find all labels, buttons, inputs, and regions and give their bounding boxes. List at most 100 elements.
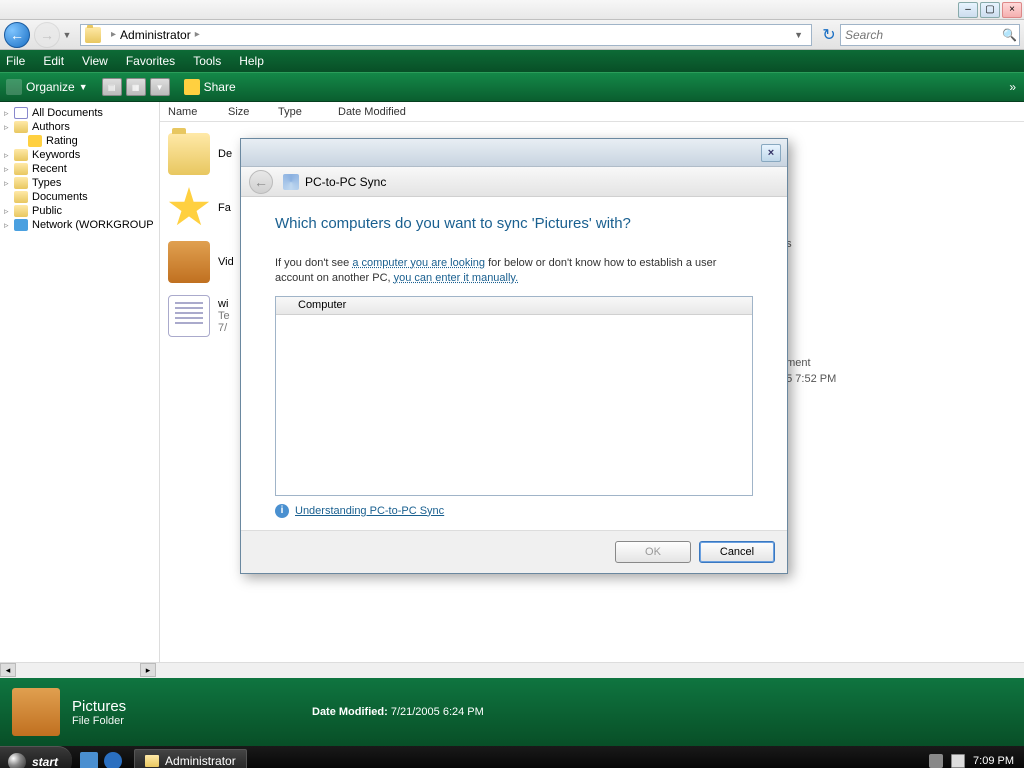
tree-node-public[interactable]: ▹Public (2, 204, 157, 218)
tree-node-recent[interactable]: ▹Recent (2, 162, 157, 176)
dialog-header: ← PC-to-PC Sync (241, 167, 787, 197)
column-size[interactable]: Size (228, 106, 278, 118)
folder-icon (14, 149, 28, 161)
address-bar[interactable]: ▸ Administrator ▸ ▼ (80, 24, 812, 46)
search-input[interactable] (845, 28, 1002, 42)
dialog-heading: Which computers do you want to sync 'Pic… (275, 215, 753, 232)
navigation-pane: ▹All Documents ▹Authors Rating ▹Keywords… (0, 102, 160, 662)
share-icon (184, 79, 200, 95)
column-type[interactable]: Type (278, 106, 338, 118)
sync-icon (283, 174, 299, 190)
sync-dialog: × ← PC-to-PC Sync Which computers do you… (240, 138, 788, 574)
folder-icon (14, 163, 28, 175)
command-bar: Organize▼ ▤ ▦ ▼ Share » (0, 72, 1024, 102)
folder-icon (14, 121, 28, 133)
share-button[interactable]: Share (184, 79, 236, 95)
column-headers: Name Size Type Date Modified (160, 102, 1024, 122)
computer-list[interactable]: Computer (275, 296, 753, 496)
menu-favorites[interactable]: Favorites (126, 54, 175, 68)
file-item-label: De (218, 148, 232, 160)
search-box[interactable]: 🔍 (840, 24, 1020, 46)
refresh-button[interactable]: ↻ (818, 24, 840, 46)
dialog-back-button[interactable]: ← (249, 170, 273, 194)
minimize-button[interactable]: – (958, 2, 978, 18)
tree-node-rating[interactable]: Rating (2, 134, 157, 148)
tree-node-documents[interactable]: Documents (2, 190, 157, 204)
details-type: File Folder (72, 715, 272, 727)
details-thumbnail (12, 688, 60, 736)
menu-bar: File Edit View Favorites Tools Help (0, 50, 1024, 72)
breadcrumb-separator: ▸ (111, 29, 116, 40)
pictures-icon (168, 241, 210, 283)
ok-button[interactable]: OK (615, 541, 691, 563)
start-button[interactable]: start (0, 746, 72, 768)
taskbar: start Administrator 7:09 PM (0, 746, 1024, 768)
tree-node-all-documents[interactable]: ▹All Documents (2, 106, 157, 120)
dialog-text: If you don't see a computer you are look… (275, 256, 753, 286)
taskbar-task[interactable]: Administrator (134, 749, 247, 768)
help-link[interactable]: Understanding PC-to-PC Sync (295, 505, 444, 517)
dialog-body: Which computers do you want to sync 'Pic… (241, 197, 787, 530)
cancel-button[interactable]: Cancel (699, 541, 775, 563)
file-item-label: wi Te 7/ (218, 298, 230, 334)
organize-icon (6, 79, 22, 95)
folder-icon (168, 133, 210, 175)
file-item-label: Fa (218, 202, 231, 214)
menu-file[interactable]: File (6, 54, 25, 68)
clock[interactable]: 7:09 PM (973, 755, 1014, 767)
breadcrumb-segment[interactable]: Administrator (120, 28, 191, 42)
network-icon (14, 219, 28, 231)
dialog-close-button[interactable]: × (761, 144, 781, 162)
dialog-link-computer[interactable]: a computer you are looking (352, 257, 485, 269)
nav-back-button[interactable]: ← (4, 22, 30, 48)
obscured-text: ds ument 05 7:52 PM (780, 237, 836, 387)
nav-forward-button[interactable]: → (34, 22, 60, 48)
scroll-right-button[interactable]: ▸ (140, 663, 156, 677)
organize-button[interactable]: Organize▼ (6, 79, 88, 95)
tree-node-types[interactable]: ▹Types (2, 176, 157, 190)
list-column-header[interactable]: Computer (276, 297, 752, 315)
folder-icon (14, 191, 28, 203)
internet-explorer-icon[interactable] (104, 752, 122, 768)
breadcrumb-separator: ▸ (195, 29, 200, 40)
window-titlebar: – ▢ × (0, 0, 1024, 20)
menu-help[interactable]: Help (239, 54, 264, 68)
menu-edit[interactable]: Edit (43, 54, 64, 68)
show-desktop-icon[interactable] (80, 752, 98, 768)
start-orb-icon (8, 753, 26, 768)
view-details-button[interactable]: ▤ (102, 78, 122, 96)
battery-tray-icon[interactable] (951, 754, 965, 768)
folder-icon (14, 177, 28, 189)
network-tray-icon[interactable] (929, 754, 943, 768)
column-date[interactable]: Date Modified (338, 106, 438, 118)
info-icon: i (275, 504, 289, 518)
scroll-left-button[interactable]: ◂ (0, 663, 16, 677)
maximize-button[interactable]: ▢ (980, 2, 1000, 18)
folder-icon (145, 755, 159, 767)
tree-node-authors[interactable]: ▹Authors (2, 120, 157, 134)
file-item-label: Vid (218, 256, 234, 268)
dialog-titlebar[interactable]: × (241, 139, 787, 167)
dialog-link-manual[interactable]: you can enter it manually. (394, 272, 519, 284)
horizontal-scrollbar[interactable]: ◂ ▸ (0, 662, 1024, 678)
toolbar-more[interactable]: » (1009, 80, 1016, 94)
tree-node-network[interactable]: ▹Network (WORKGROUP (2, 218, 157, 232)
close-button[interactable]: × (1002, 2, 1022, 18)
search-icon: 🔍 (1002, 28, 1017, 42)
menu-view[interactable]: View (82, 54, 108, 68)
text-file-icon (168, 295, 210, 337)
column-name[interactable]: Name (168, 106, 228, 118)
view-dropdown[interactable]: ▼ (150, 78, 170, 96)
view-buttons: ▤ ▦ ▼ (102, 78, 170, 96)
details-metadata: Date Modified: 7/21/2005 6:24 PM (312, 706, 484, 718)
tree-node-keywords[interactable]: ▹Keywords (2, 148, 157, 162)
nav-history-dropdown[interactable]: ▼ (60, 22, 74, 48)
folder-icon (85, 27, 101, 43)
address-dropdown[interactable]: ▼ (794, 30, 803, 40)
menu-tools[interactable]: Tools (193, 54, 221, 68)
dialog-subtitle: PC-to-PC Sync (305, 175, 386, 189)
favorites-icon (168, 187, 210, 229)
dialog-help: i Understanding PC-to-PC Sync (275, 504, 753, 518)
document-icon (14, 107, 28, 119)
view-icons-button[interactable]: ▦ (126, 78, 146, 96)
